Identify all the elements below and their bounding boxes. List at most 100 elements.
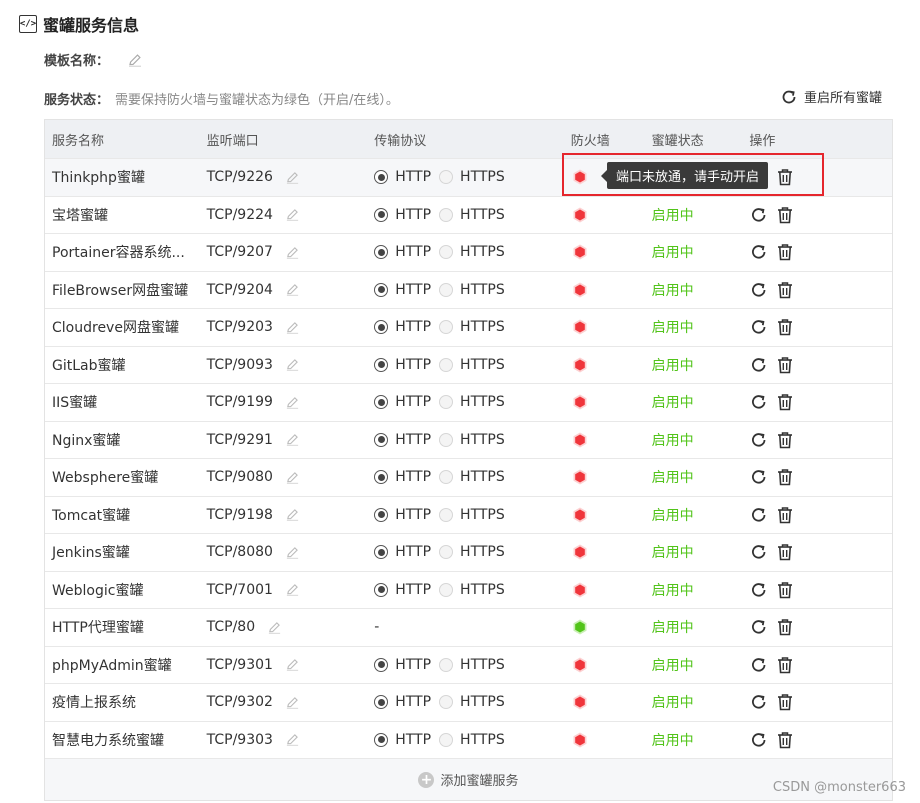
port-cell: TCP/9198 <box>207 507 375 523</box>
radio-https[interactable] <box>439 545 454 560</box>
radio-http[interactable] <box>374 507 389 522</box>
edit-port-icon[interactable] <box>285 582 300 597</box>
edit-port-icon[interactable] <box>285 695 300 710</box>
firewall-status-icon[interactable] <box>571 243 589 261</box>
firewall-status-icon[interactable] <box>571 431 589 449</box>
radio-http[interactable] <box>374 170 389 185</box>
edit-port-icon[interactable] <box>285 545 300 560</box>
restart-icon[interactable] <box>749 205 769 225</box>
restart-icon[interactable] <box>749 655 769 675</box>
service-name: FileBrowser网盘蜜罐 <box>52 282 189 299</box>
restart-all-button[interactable]: 重启所有蜜罐 <box>780 87 882 106</box>
radio-https[interactable] <box>439 395 454 410</box>
delete-icon[interactable] <box>775 617 795 637</box>
firewall-status-icon[interactable] <box>571 356 589 374</box>
edit-port-icon[interactable] <box>285 432 300 447</box>
firewall-status-icon[interactable] <box>571 656 589 674</box>
radio-https[interactable] <box>439 732 454 747</box>
edit-port-icon[interactable] <box>285 245 300 260</box>
delete-icon[interactable] <box>775 355 795 375</box>
restart-icon[interactable] <box>749 580 769 600</box>
restart-icon[interactable] <box>749 317 769 337</box>
firewall-status-icon[interactable] <box>571 206 589 224</box>
radio-https[interactable] <box>439 657 454 672</box>
radio-https[interactable] <box>439 320 454 335</box>
radio-https[interactable] <box>439 695 454 710</box>
restart-icon[interactable] <box>749 430 769 450</box>
radio-http[interactable] <box>374 357 389 372</box>
radio-http[interactable] <box>374 695 389 710</box>
radio-https[interactable] <box>439 207 454 222</box>
delete-icon[interactable] <box>775 692 795 712</box>
radio-http[interactable] <box>374 282 389 297</box>
edit-port-icon[interactable] <box>285 732 300 747</box>
edit-port-icon[interactable] <box>267 620 282 635</box>
edit-port-icon[interactable] <box>285 657 300 672</box>
firewall-status-icon[interactable] <box>571 506 589 524</box>
port-cell: TCP/7001 <box>207 582 375 598</box>
restart-icon[interactable] <box>749 355 769 375</box>
restart-icon[interactable] <box>749 505 769 525</box>
edit-port-icon[interactable] <box>285 320 300 335</box>
delete-icon[interactable] <box>775 655 795 675</box>
edit-port-icon[interactable] <box>285 395 300 410</box>
edit-port-icon[interactable] <box>285 357 300 372</box>
ops-cell <box>749 280 892 300</box>
delete-icon[interactable] <box>775 430 795 450</box>
radio-https[interactable] <box>439 282 454 297</box>
edit-port-icon[interactable] <box>285 507 300 522</box>
delete-icon[interactable] <box>775 205 795 225</box>
restart-icon[interactable] <box>749 542 769 562</box>
radio-https-label: HTTPS <box>460 431 505 448</box>
restart-icon[interactable] <box>749 280 769 300</box>
edit-template-name-icon[interactable] <box>127 52 143 68</box>
restart-icon[interactable] <box>749 730 769 750</box>
firewall-status-icon[interactable] <box>571 468 589 486</box>
table-row: 宝塔蜜罐 TCP/9224 HTTP HTTPS 启用中 <box>45 195 892 234</box>
restart-icon[interactable] <box>749 467 769 487</box>
radio-https[interactable] <box>439 245 454 260</box>
firewall-status-icon[interactable] <box>571 393 589 411</box>
firewall-status-icon[interactable] <box>571 618 589 636</box>
firewall-status-icon[interactable] <box>571 543 589 561</box>
radio-https[interactable] <box>439 470 454 485</box>
radio-http[interactable] <box>374 657 389 672</box>
radio-https[interactable] <box>439 357 454 372</box>
firewall-status-icon[interactable] <box>571 318 589 336</box>
edit-port-icon[interactable] <box>285 207 300 222</box>
radio-https[interactable] <box>439 432 454 447</box>
edit-port-icon[interactable] <box>285 170 300 185</box>
restart-icon[interactable] <box>749 242 769 262</box>
radio-http[interactable] <box>374 732 389 747</box>
restart-icon[interactable] <box>749 392 769 412</box>
edit-port-icon[interactable] <box>285 470 300 485</box>
firewall-status-icon[interactable] <box>571 731 589 749</box>
delete-icon[interactable] <box>775 467 795 487</box>
radio-https[interactable] <box>439 507 454 522</box>
delete-icon[interactable] <box>775 280 795 300</box>
radio-http[interactable] <box>374 207 389 222</box>
delete-icon[interactable] <box>775 730 795 750</box>
radio-https[interactable] <box>439 582 454 597</box>
radio-http[interactable] <box>374 320 389 335</box>
radio-http[interactable] <box>374 545 389 560</box>
firewall-status-icon[interactable] <box>571 281 589 299</box>
delete-icon[interactable] <box>775 542 795 562</box>
edit-port-icon[interactable] <box>285 282 300 297</box>
delete-icon[interactable] <box>775 505 795 525</box>
delete-icon[interactable] <box>775 317 795 337</box>
radio-http[interactable] <box>374 432 389 447</box>
radio-http[interactable] <box>374 582 389 597</box>
add-service-button[interactable]: + 添加蜜罐服务 <box>45 758 892 800</box>
delete-icon[interactable] <box>775 580 795 600</box>
delete-icon[interactable] <box>775 392 795 412</box>
firewall-status-icon[interactable] <box>571 693 589 711</box>
radio-http[interactable] <box>374 245 389 260</box>
restart-icon[interactable] <box>749 692 769 712</box>
restart-icon[interactable] <box>749 617 769 637</box>
radio-https[interactable] <box>439 170 454 185</box>
firewall-status-icon[interactable] <box>571 581 589 599</box>
delete-icon[interactable] <box>775 242 795 262</box>
radio-http[interactable] <box>374 470 389 485</box>
radio-http[interactable] <box>374 395 389 410</box>
